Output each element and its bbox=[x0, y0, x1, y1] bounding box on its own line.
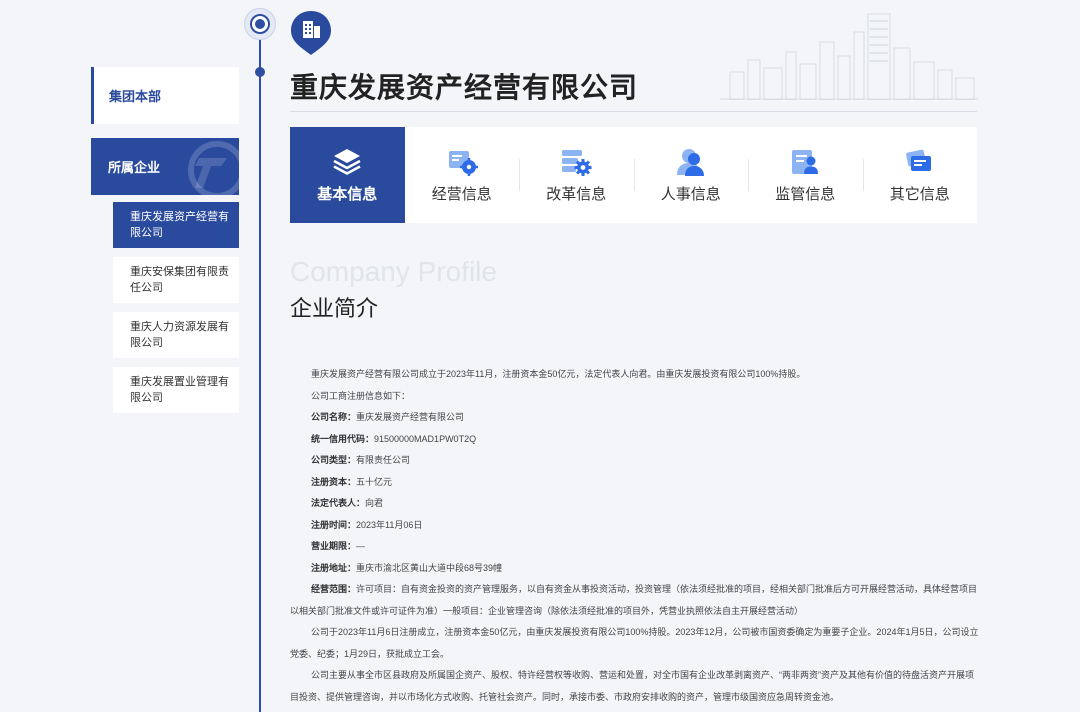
other-info-icon bbox=[905, 149, 931, 171]
field-registration-date: 注册时间：2023年11月06日 bbox=[311, 519, 423, 530]
business-paragraph: 公司主要从事全市区县政府及所属国企资产、股权、特许经营权等收购、营运和处置，对全… bbox=[290, 670, 974, 702]
field-company-type: 公司类型：有限责任公司 bbox=[311, 455, 411, 465]
personnel-icon bbox=[676, 148, 704, 176]
field-registered-capital: 注册资本：五十亿元 bbox=[311, 476, 393, 487]
subsidiary-item[interactable]: 重庆发展置业管理有限公司 bbox=[113, 367, 239, 413]
tab-label: 监管信息 bbox=[775, 185, 836, 203]
page-title: 重庆发展资产经营有限公司 bbox=[290, 72, 639, 103]
tab-business-info[interactable]: 经营信息 bbox=[405, 127, 520, 223]
sidebar-item-label: 集团本部 bbox=[109, 89, 162, 104]
field-credit-code: 统一信用代码：91500000MAD1PW0T2Q bbox=[311, 433, 477, 444]
building-pin-icon bbox=[291, 11, 331, 55]
tab-label: 基本信息 bbox=[317, 185, 378, 203]
profile-content: 重庆发展资产经营有限公司成立于2023年11月，注册资本金50亿元，法定代表人向… bbox=[290, 364, 980, 708]
subsidiary-item[interactable]: 重庆人力资源发展有限公司 bbox=[113, 312, 239, 358]
reform-gear-icon bbox=[562, 149, 592, 176]
sidebar-item-subsidiaries[interactable]: 所属企业 bbox=[91, 138, 239, 195]
intro-paragraph: 重庆发展资产经营有限公司成立于2023年11月，注册资本金50亿元，法定代表人向… bbox=[311, 369, 806, 379]
subsidiary-item[interactable]: 重庆发展资产经营有限公司 bbox=[113, 202, 239, 248]
tab-label: 改革信息 bbox=[546, 185, 607, 203]
tab-basic-info[interactable]: 基本信息 bbox=[290, 127, 405, 223]
title-divider bbox=[290, 111, 977, 112]
field-legal-representative: 法定代表人：向君 bbox=[311, 498, 384, 508]
tab-reform-info[interactable]: 改革信息 bbox=[519, 127, 634, 223]
tab-label: 人事信息 bbox=[660, 185, 721, 203]
brand-watermark-icon bbox=[188, 141, 239, 195]
tab-label: 经营信息 bbox=[431, 185, 492, 203]
field-business-term: 营业期限：— bbox=[311, 541, 366, 551]
field-business-scope: 经营范围：许可项目：自有资金投资的资产管理服务，以自有资金从事投资活动，投资管理… bbox=[290, 584, 978, 616]
sidebar-item-group-hq[interactable]: 集团本部 bbox=[91, 67, 239, 124]
tab-supervision-info[interactable]: 监管信息 bbox=[748, 127, 863, 223]
tab-personnel-info[interactable]: 人事信息 bbox=[633, 127, 749, 223]
subsidiary-list: 重庆发展资产经营有限公司 重庆安保集团有限责任公司 重庆人力资源发展有限公司 重… bbox=[113, 202, 239, 422]
city-skyline-decoration bbox=[720, 13, 978, 100]
tab-label: 其它信息 bbox=[889, 185, 950, 203]
registration-intro: 公司工商注册信息如下： bbox=[311, 390, 411, 401]
tab-other-info[interactable]: 其它信息 bbox=[862, 127, 978, 223]
timeline-line bbox=[259, 34, 261, 712]
supervision-icon bbox=[792, 149, 819, 174]
section-title: 企业简介 bbox=[290, 296, 379, 321]
business-gear-icon bbox=[448, 150, 478, 176]
sidebar-item-label: 所属企业 bbox=[108, 160, 161, 175]
field-company-name: 公司名称：重庆发展资产经营有限公司 bbox=[311, 412, 465, 422]
timeline-start-marker bbox=[244, 8, 276, 40]
timeline-dot bbox=[255, 67, 265, 77]
history-paragraph: 公司于2023年11月6日注册成立，注册资本金50亿元，由重庆发展投资有限公司1… bbox=[290, 627, 979, 659]
field-registered-address: 注册地址：重庆市渝北区黄山大道中段68号39幢 bbox=[311, 562, 503, 573]
subsidiary-item[interactable]: 重庆安保集团有限责任公司 bbox=[113, 257, 239, 303]
layers-icon bbox=[333, 148, 361, 175]
section-title-en: Company Profile bbox=[290, 256, 497, 287]
info-tabs: 基本信息 经营信息 改革信息 人事信息 监管信息 其它信息 bbox=[290, 127, 977, 223]
